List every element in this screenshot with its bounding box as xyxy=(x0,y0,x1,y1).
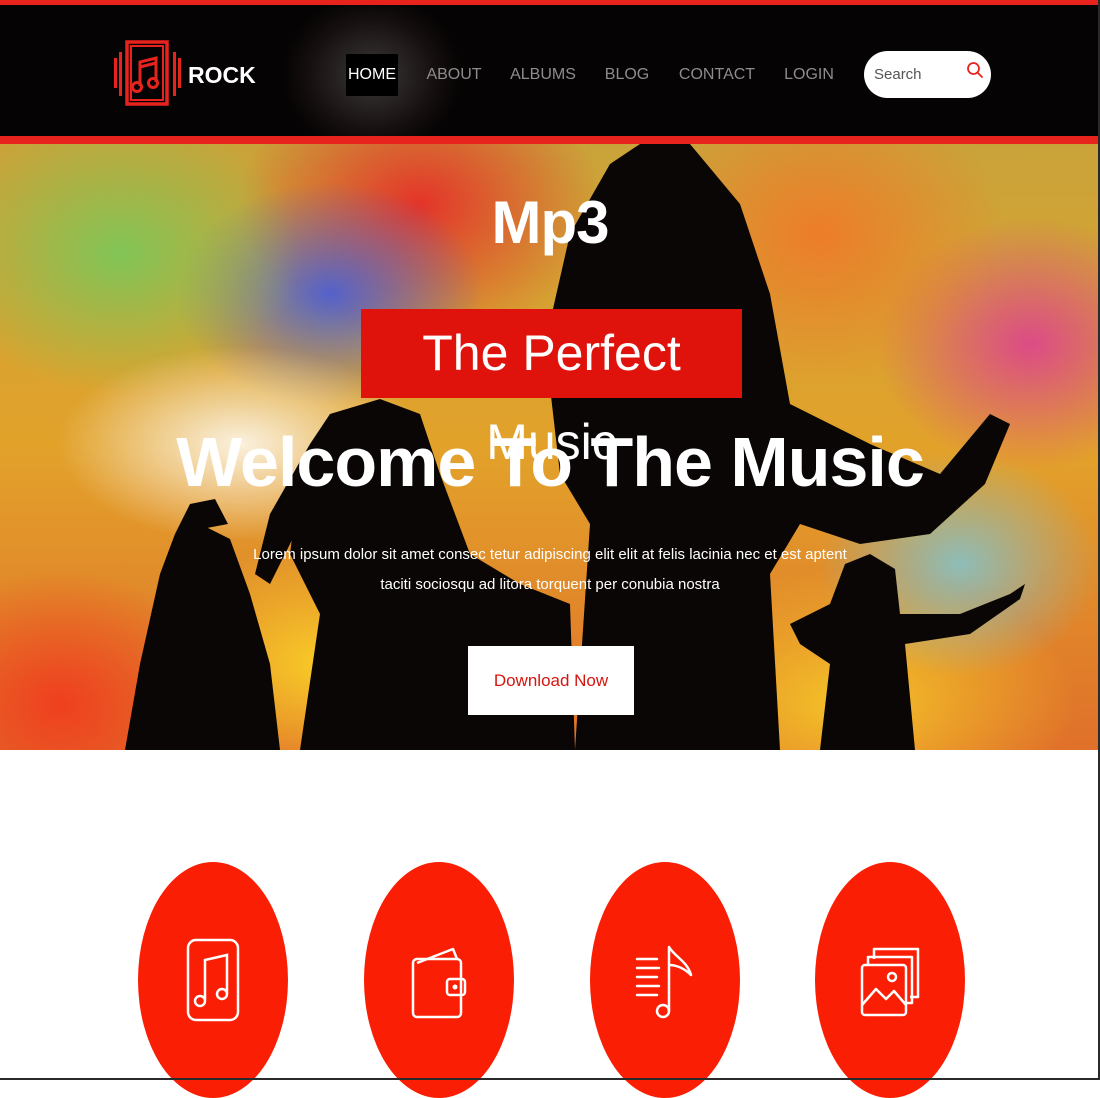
search-input[interactable] xyxy=(874,62,960,86)
brand-name: ROCK xyxy=(188,62,256,88)
music-file-icon xyxy=(186,938,240,1022)
header-accent-bar xyxy=(0,136,1100,144)
nav-item-albums[interactable]: ALBUMS xyxy=(510,54,576,96)
search-icon[interactable] xyxy=(966,61,984,79)
brand-logo[interactable]: ROCK xyxy=(114,40,256,110)
hero-heading: Welcome To The Music xyxy=(176,423,925,501)
nav-item-blog[interactable]: BLOG xyxy=(603,54,651,96)
nav-item-login[interactable]: LOGIN xyxy=(783,54,835,96)
wallet-icon xyxy=(411,947,467,1019)
hero-title: Mp3 xyxy=(491,189,610,256)
feature-item-playlist[interactable] xyxy=(590,862,740,1098)
playlist-icon xyxy=(635,945,693,1019)
hero-subtitle: Lorem ipsum dolor sit amet consec tetur … xyxy=(253,546,847,593)
gallery-icon xyxy=(860,947,920,1017)
nav-item-contact[interactable]: CONTACT xyxy=(678,54,756,96)
feature-item-music[interactable] xyxy=(138,862,288,1098)
hero-badge: The Perfect Music xyxy=(361,309,742,470)
hero-banner: Mp3 The Perfect Music Welcome To The Mus… xyxy=(0,144,1100,750)
music-note-icon xyxy=(114,40,181,106)
nav-item-home[interactable]: HOME xyxy=(346,54,398,96)
download-now-button[interactable]: Download Now xyxy=(468,646,634,715)
site-header: ROCK HOME ABOUT ALBUMS BLOG CONTACT LOGI… xyxy=(0,5,1100,136)
feature-item-wallet[interactable] xyxy=(364,862,514,1098)
nav-item-about[interactable]: ABOUT xyxy=(425,54,483,96)
feature-item-gallery[interactable] xyxy=(815,862,965,1098)
